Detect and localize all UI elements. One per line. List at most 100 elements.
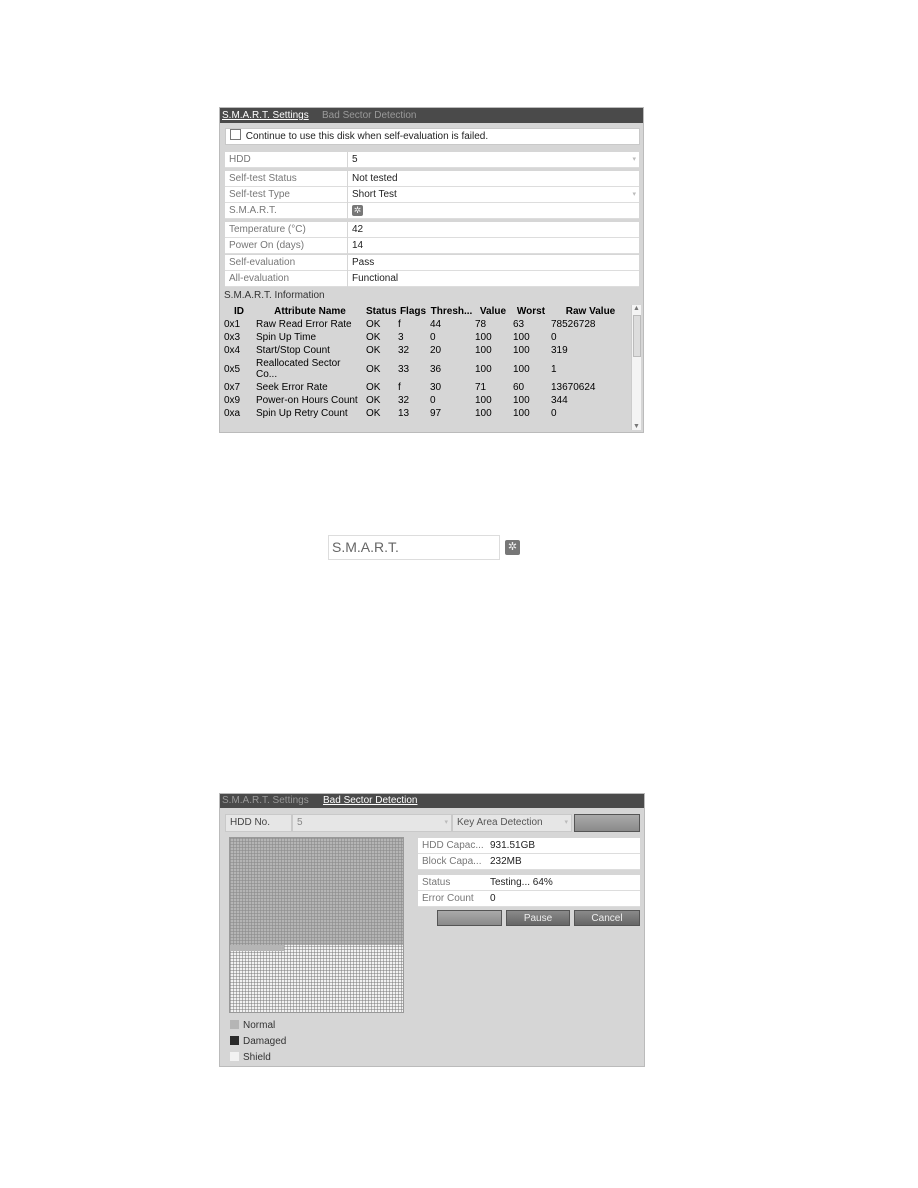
column-header[interactable]: Thresh...: [429, 305, 474, 318]
tab-smart-settings[interactable]: S.M.A.R.T. Settings: [222, 108, 309, 123]
table-cell: 344: [551, 395, 568, 406]
field-label: HDD: [225, 152, 347, 168]
table-cell: Spin Up Retry Count: [256, 408, 348, 419]
table-row[interactable]: 0x7 Seek Error Rate OK f 30 71 60 13670624: [223, 381, 631, 394]
table-cell: 32: [398, 345, 410, 356]
table-cell: 100: [475, 395, 492, 406]
detection-type-value: Key Area Detection: [457, 817, 543, 828]
table-cell: 3: [398, 332, 404, 343]
table-row[interactable]: 0x3 Spin Up Time OK 3 0 100 100 0: [223, 331, 631, 344]
field-value: 232MB: [486, 854, 640, 870]
legend-shield: Shield: [230, 1052, 271, 1063]
continue-checkbox-row[interactable]: Continue to use this disk when self-eval…: [225, 128, 640, 145]
hdd-no-select[interactable]: 5 ▾: [292, 814, 452, 832]
column-header[interactable]: Raw Value: [550, 305, 631, 318]
tab-bad-sector-detection[interactable]: Bad Sector Detection: [322, 108, 417, 123]
error-count-row: Error Count 0: [418, 891, 640, 907]
scrollbar[interactable]: ▲ ▼: [631, 305, 641, 430]
scroll-up-icon[interactable]: ▲: [632, 305, 641, 312]
table-cell: 0x7: [224, 382, 241, 393]
smart-row: S.M.A.R.T. ✲: [225, 203, 639, 219]
detection-type-select[interactable]: Key Area Detection ▾: [452, 814, 572, 832]
pause-button[interactable]: Pause: [506, 910, 570, 926]
column-header[interactable]: Worst: [512, 305, 550, 318]
table-cell: Start/Stop Count: [256, 345, 330, 356]
table-cell: OK: [366, 319, 381, 330]
table-cell: 78526728: [551, 319, 596, 330]
field-value: Short Test: [352, 189, 397, 200]
table-cell: OK: [366, 382, 381, 393]
table-cell: 0x4: [224, 345, 241, 356]
table-cell: 100: [513, 345, 530, 356]
column-header[interactable]: Status: [365, 305, 397, 318]
chevron-down-icon: ▾: [444, 819, 448, 826]
checkbox-label: Continue to use this disk when self-eval…: [245, 131, 489, 142]
table-cell: 100: [475, 345, 492, 356]
table-cell: Raw Read Error Rate: [256, 319, 352, 330]
smart-table-viewport: ID Attribute Name Status Flags Thresh... Valu…: [223, 305, 631, 430]
legend-normal: Normal: [230, 1020, 275, 1031]
column-header[interactable]: ID: [223, 305, 255, 318]
disabled-button[interactable]: [437, 910, 502, 926]
table-cell: 30: [430, 382, 442, 393]
field-label: HDD Capac...: [418, 838, 486, 854]
table-cell: 44: [430, 319, 442, 330]
self-test-type-select[interactable]: Short Test ▾: [348, 187, 639, 203]
table-header: ID Attribute Name Status Flags Thresh... Valu…: [223, 305, 631, 318]
table-cell: 0x1: [224, 319, 241, 330]
detect-button[interactable]: [574, 814, 640, 832]
self-test-type-row[interactable]: Self-test Type Short Test ▾: [225, 187, 639, 203]
field-label: Temperature (°C): [225, 222, 347, 238]
table-row[interactable]: 0xa Spin Up Retry Count OK 13 97 100 100 0: [223, 407, 631, 420]
field-label: Self-evaluation: [225, 255, 347, 271]
table-cell: 100: [513, 332, 530, 343]
gear-icon[interactable]: ✲: [352, 204, 363, 216]
column-header[interactable]: Value: [474, 305, 512, 318]
field-value: Testing... 64%: [486, 875, 640, 891]
field-value: 5: [352, 154, 358, 165]
scroll-thumb[interactable]: [633, 315, 641, 357]
tab-smart-settings[interactable]: S.M.A.R.T. Settings: [222, 794, 309, 808]
field-value: ✲: [348, 203, 639, 219]
table-cell: OK: [366, 408, 381, 419]
self-evaluation-row: Self-evaluation Pass: [225, 255, 639, 271]
hdd-select[interactable]: 5 ▾: [348, 152, 639, 168]
field-label: Block Capa...: [418, 854, 486, 870]
table-cell: 13670624: [551, 382, 596, 393]
cancel-button[interactable]: Cancel: [574, 910, 640, 926]
field-label: Error Count: [418, 891, 486, 907]
table-cell: 100: [475, 332, 492, 343]
column-header[interactable]: Flags: [397, 305, 429, 318]
table-cell: 0x9: [224, 395, 241, 406]
table-cell: 63: [513, 319, 525, 330]
checkbox[interactable]: [230, 129, 241, 140]
tab-bad-sector-detection[interactable]: Bad Sector Detection: [323, 794, 418, 808]
table-row[interactable]: 0x4 Start/Stop Count OK 32 20 100 100 319: [223, 344, 631, 357]
table-cell: Reallocated Sector Co...: [256, 358, 341, 380]
smart-label: S.M.A.R.T.: [332, 539, 399, 555]
table-row[interactable]: 0x1 Raw Read Error Rate OK f 44 78 63 78526728: [223, 318, 631, 331]
field-value: 42: [348, 222, 639, 238]
tested-sectors-partial-row: [230, 945, 284, 951]
field-value: Functional: [348, 271, 639, 287]
field-label: All-evaluation: [225, 271, 347, 287]
legend-label: Damaged: [243, 1036, 287, 1047]
table-cell: 100: [513, 395, 530, 406]
smart-table: ID Attribute Name Status Flags Thresh... Valu…: [223, 305, 631, 420]
chevron-down-icon: ▾: [632, 191, 636, 198]
table-cell: 0x5: [224, 363, 241, 375]
hdd-capacity-row: HDD Capac... 931.51GB: [418, 838, 640, 854]
sector-grid: [229, 837, 404, 1013]
table-row[interactable]: 0x5 Reallocated Sector Co... OK 33 36 100 100 1: [223, 357, 631, 381]
gear-icon[interactable]: ✲: [505, 540, 520, 555]
field-value: 931.51GB: [486, 838, 640, 854]
legend-label: Normal: [243, 1020, 276, 1031]
temperature-row: Temperature (°C) 42: [225, 222, 639, 238]
table-cell: 0x3: [224, 332, 241, 343]
table-row[interactable]: 0x9 Power-on Hours Count OK 32 0 100 100 344: [223, 394, 631, 407]
table-cell: f: [398, 319, 401, 330]
column-header[interactable]: Attribute Name: [255, 305, 365, 318]
hdd-row[interactable]: HDD 5 ▾: [225, 152, 639, 168]
scroll-down-icon[interactable]: ▼: [632, 423, 641, 430]
table-cell: 78: [475, 319, 487, 330]
